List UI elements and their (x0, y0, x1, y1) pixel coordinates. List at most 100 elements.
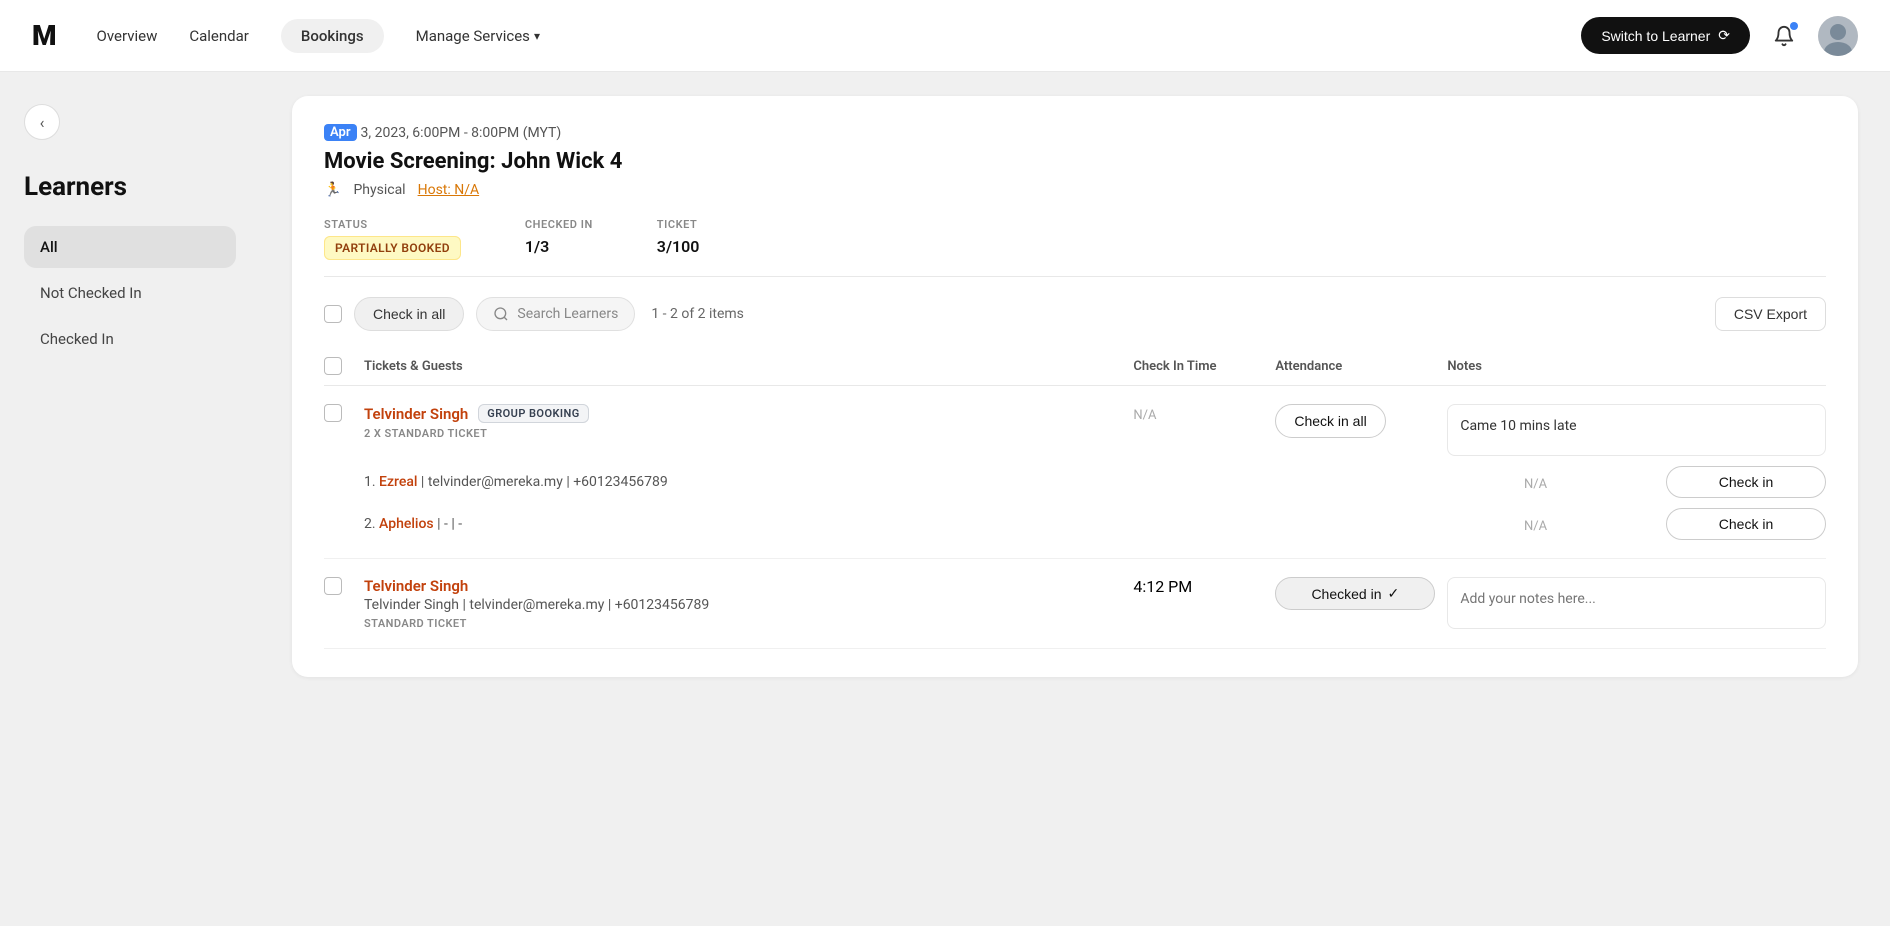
ticket-value: 3/100 (657, 237, 700, 256)
checked-in-stat: CHECKED IN 1/3 (525, 218, 593, 256)
sidebar: ‹ Learners All Not Checked In Checked In (0, 72, 260, 926)
row1-ticket-type: 2 X STANDARD TICKET (364, 427, 1121, 440)
guest1-info: 1. Ezreal | telvinder@mereka.my | +60123… (364, 474, 1512, 490)
search-icon (493, 306, 509, 322)
event-date-row: Apr 3, 2023, 6:00PM - 8:00PM (MYT) (324, 124, 1826, 141)
event-meta: 🏃 Physical Host: N/A (324, 182, 1826, 198)
col-header-notes: Notes (1447, 359, 1826, 374)
row2-booker-name: Telvinder Singh (364, 577, 1121, 595)
sidebar-item-not-checked-in[interactable]: Not Checked In (24, 272, 236, 314)
row1-checkbox[interactable] (324, 404, 342, 422)
row2-check-in-time: 4:12 PM (1133, 577, 1263, 596)
user-avatar[interactable] (1818, 16, 1858, 56)
row1-name-col: Telvinder Singh GROUP BOOKING 2 X STANDA… (364, 404, 1121, 440)
guest2-phone: - (458, 516, 462, 532)
header-checkbox[interactable] (324, 357, 342, 375)
chevron-down-icon: ▾ (534, 29, 540, 43)
col-header-tickets-guests: Tickets & Guests (364, 359, 1121, 374)
guest2-name[interactable]: Aphelios (379, 516, 434, 532)
event-type-icon: 🏃 (324, 182, 341, 198)
check-in-all-button[interactable]: Check in all (354, 297, 464, 331)
table-row: Telvinder Singh Telvinder Singh | telvin… (324, 559, 1826, 649)
date-highlight: Apr (324, 124, 357, 141)
event-type: Physical (353, 182, 405, 198)
booking-main-row-1: Telvinder Singh GROUP BOOKING 2 X STANDA… (324, 404, 1826, 456)
sidebar-item-checked-in[interactable]: Checked In (24, 318, 236, 360)
notifications-bell[interactable] (1766, 18, 1802, 54)
navbar: M Overview Calendar Bookings Manage Serv… (0, 0, 1890, 72)
nav-overview[interactable]: Overview (97, 21, 158, 51)
nav-calendar[interactable]: Calendar (189, 21, 249, 51)
guest1-phone: +60123456789 (573, 474, 668, 490)
guest2-attendance: Check in (1666, 508, 1826, 540)
search-box[interactable]: Search Learners (476, 297, 635, 331)
guest1-checkin-time: N/A (1524, 473, 1654, 492)
guest1-email: telvinder@mereka.my (428, 474, 563, 490)
row1-notes: Came 10 mins late (1447, 404, 1826, 456)
row1-booker-name: Telvinder Singh GROUP BOOKING (364, 404, 1121, 423)
row2-phone: +60123456789 (615, 597, 710, 613)
status-label: STATUS (324, 218, 461, 231)
checked-in-button[interactable]: Checked in ✓ (1275, 577, 1435, 610)
row2-notes-box[interactable] (1447, 577, 1826, 629)
ticket-stat: TICKET 3/100 (657, 218, 700, 256)
logo-icon: M (32, 19, 57, 52)
row2-sub-name: Telvinder Singh | telvinder@mereka.my | … (364, 597, 1121, 613)
check-in-all-round-button[interactable]: Check in all (1275, 404, 1385, 438)
notification-dot (1790, 22, 1798, 30)
search-placeholder: Search Learners (517, 306, 618, 322)
checkmark-icon: ✓ (1387, 585, 1399, 602)
items-count: 1 - 2 of 2 items (651, 306, 744, 322)
guest1-attendance: Check in (1666, 466, 1826, 498)
ticket-label: TICKET (657, 218, 700, 231)
col-header-check-in-time: Check In Time (1133, 359, 1263, 374)
table-header: Tickets & Guests Check In Time Attendanc… (324, 347, 1826, 386)
guest2-check-in-button[interactable]: Check in (1666, 508, 1826, 540)
guest2-email: - (444, 516, 448, 532)
nav-manage-services[interactable]: Manage Services ▾ (416, 27, 540, 45)
sidebar-item-all[interactable]: All (24, 226, 236, 268)
row2-ticket-type: STANDARD TICKET (364, 617, 1121, 630)
group-badge: GROUP BOOKING (478, 404, 588, 423)
date-rest: 3, 2023, 6:00PM - 8:00PM (MYT) (361, 125, 562, 141)
row2-email: telvinder@mereka.my (469, 597, 604, 613)
refresh-icon: ⟳ (1718, 27, 1730, 44)
guest1-check-in-button[interactable]: Check in (1666, 466, 1826, 498)
guest2-info: 2. Aphelios | - | - (364, 516, 1512, 532)
host-link[interactable]: Host: N/A (418, 182, 480, 198)
event-title: Movie Screening: John Wick 4 (324, 149, 1826, 174)
row1-attendance: Check in all (1275, 404, 1435, 438)
nav-right: Switch to Learner ⟳ (1581, 16, 1858, 56)
checked-in-label: CHECKED IN (525, 218, 593, 231)
switch-learner-button[interactable]: Switch to Learner ⟳ (1581, 17, 1750, 54)
status-stat: STATUS PARTIALLY BOOKED (324, 218, 461, 256)
row2-notes-input[interactable] (1460, 591, 1813, 607)
main-content: Apr 3, 2023, 6:00PM - 8:00PM (MYT) Movie… (260, 72, 1890, 926)
sidebar-title: Learners (24, 172, 236, 202)
row1-check-in-time: N/A (1133, 404, 1263, 423)
page-body: ‹ Learners All Not Checked In Checked In… (0, 72, 1890, 926)
row1-notes-box: Came 10 mins late (1447, 404, 1826, 456)
csv-export-button[interactable]: CSV Export (1715, 297, 1826, 331)
guest-row-2: 2. Aphelios | - | - N/A Check in (324, 498, 1826, 540)
row2-checkbox[interactable] (324, 577, 342, 595)
guest-row-1: 1. Ezreal | telvinder@mereka.my | +60123… (324, 456, 1826, 498)
status-badge: PARTIALLY BOOKED (324, 236, 461, 260)
event-card: Apr 3, 2023, 6:00PM - 8:00PM (MYT) Movie… (292, 96, 1858, 677)
col-header-attendance: Attendance (1275, 359, 1435, 374)
row1-notes-text: Came 10 mins late (1460, 418, 1576, 434)
event-stats: STATUS PARTIALLY BOOKED CHECKED IN 1/3 T… (324, 218, 1826, 256)
checked-in-value: 1/3 (525, 237, 593, 256)
booking-main-row-2: Telvinder Singh Telvinder Singh | telvin… (324, 577, 1826, 630)
row2-notes[interactable] (1447, 577, 1826, 629)
guest2-checkin-time: N/A (1524, 515, 1654, 534)
divider-1 (324, 276, 1826, 277)
row2-name-col: Telvinder Singh Telvinder Singh | telvin… (364, 577, 1121, 630)
avatar-image (1818, 16, 1858, 56)
select-all-checkbox[interactable] (324, 305, 342, 323)
row2-attendance: Checked in ✓ (1275, 577, 1435, 610)
table-row: Telvinder Singh GROUP BOOKING 2 X STANDA… (324, 386, 1826, 559)
guest1-name[interactable]: Ezreal (379, 474, 417, 490)
sidebar-back-button[interactable]: ‹ (24, 104, 60, 140)
nav-bookings[interactable]: Bookings (281, 19, 384, 53)
